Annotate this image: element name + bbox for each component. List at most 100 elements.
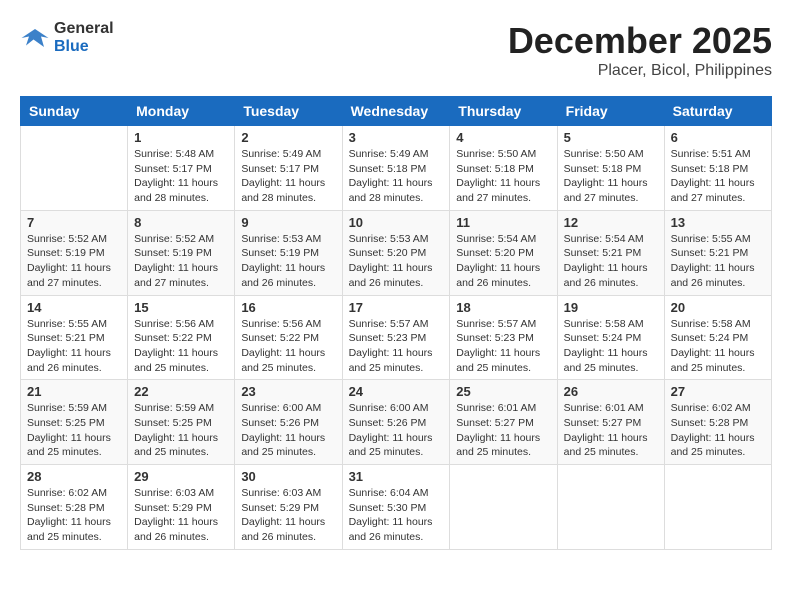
calendar-cell: 20 Sunrise: 5:58 AMSunset: 5:24 PMDayligh… [664, 295, 771, 380]
calendar-cell: 19 Sunrise: 5:58 AMSunset: 5:24 PMDayligh… [557, 295, 664, 380]
day-number: 16 [241, 300, 335, 315]
calendar-cell: 24 Sunrise: 6:00 AMSunset: 5:26 PMDayligh… [342, 380, 450, 465]
day-info: Sunrise: 6:02 AMSunset: 5:28 PMDaylight:… [671, 401, 765, 460]
calendar-cell: 30Sunrise: 6:03 AMSunset: 5:29 PMDayligh… [235, 465, 342, 550]
day-info: Sunrise: 5:57 AMSunset: 5:23 PMDaylight:… [349, 317, 444, 376]
calendar-cell: 8Sunrise: 5:52 AMSunset: 5:19 PMDaylight… [128, 210, 235, 295]
calendar-cell: 22Sunrise: 5:59 AMSunset: 5:25 PMDayligh… [128, 380, 235, 465]
calendar-weekday-tuesday: Tuesday [235, 97, 342, 126]
day-info: Sunrise: 6:00 AMSunset: 5:26 PMDaylight:… [241, 401, 335, 460]
page-header: General Blue December 2025 Placer, Bicol… [20, 20, 772, 80]
day-info: Sunrise: 5:59 AMSunset: 5:25 PMDaylight:… [27, 401, 121, 460]
month-title: December 2025 [508, 20, 772, 62]
calendar-cell: 28 Sunrise: 6:02 AMSunset: 5:28 PMDayligh… [21, 465, 128, 550]
calendar-cell: 18 Sunrise: 5:57 AMSunset: 5:23 PMDayligh… [450, 295, 557, 380]
day-info: Sunrise: 6:01 AMSunset: 5:27 PMDaylight:… [564, 401, 658, 460]
day-number: 29 [134, 469, 228, 484]
day-number: 6 [671, 130, 765, 145]
day-info: Sunrise: 5:57 AMSunset: 5:23 PMDaylight:… [456, 317, 550, 376]
calendar-cell: 23 Sunrise: 6:00 AMSunset: 5:26 PMDayligh… [235, 380, 342, 465]
day-info: Sunrise: 5:53 AMSunset: 5:19 PMDaylight:… [241, 232, 335, 291]
day-number: 18 [456, 300, 550, 315]
calendar-cell [450, 465, 557, 550]
day-info: Sunrise: 5:49 AMSunset: 5:17 PMDaylight:… [241, 147, 335, 206]
day-number: 1 [134, 130, 228, 145]
day-info: Sunrise: 5:59 AMSunset: 5:25 PMDaylight:… [134, 401, 228, 460]
day-info: Sunrise: 6:00 AMSunset: 5:26 PMDaylight:… [349, 401, 444, 460]
day-info: Sunrise: 5:50 AMSunset: 5:18 PMDaylight:… [456, 147, 550, 206]
day-number: 7 [27, 215, 121, 230]
day-info: Sunrise: 5:58 AMSunset: 5:24 PMDaylight:… [671, 317, 765, 376]
calendar-weekday-monday: Monday [128, 97, 235, 126]
day-info: Sunrise: 5:58 AMSunset: 5:24 PMDaylight:… [564, 317, 658, 376]
day-number: 24 [349, 384, 444, 399]
calendar-week-2: 7 Sunrise: 5:52 AMSunset: 5:19 PMDaylight… [21, 210, 772, 295]
calendar-cell: 16 Sunrise: 5:56 AMSunset: 5:22 PMDayligh… [235, 295, 342, 380]
day-number: 19 [564, 300, 658, 315]
logo: General Blue [20, 20, 114, 55]
day-info: Sunrise: 5:53 AMSunset: 5:20 PMDaylight:… [349, 232, 444, 291]
calendar-header-row: SundayMondayTuesdayWednesdayThursdayFrid… [21, 97, 772, 126]
calendar-cell: 31 Sunrise: 6:04 AMSunset: 5:30 PMDayligh… [342, 465, 450, 550]
day-info: Sunrise: 5:54 AMSunset: 5:20 PMDaylight:… [456, 232, 550, 291]
calendar-table: SundayMondayTuesdayWednesdayThursdayFrid… [20, 96, 772, 550]
day-number: 28 [27, 469, 121, 484]
day-info: Sunrise: 5:56 AMSunset: 5:22 PMDaylight:… [134, 317, 228, 376]
day-number: 4 [456, 130, 550, 145]
calendar-cell: 9 Sunrise: 5:53 AMSunset: 5:19 PMDaylight… [235, 210, 342, 295]
day-number: 9 [241, 215, 335, 230]
day-number: 23 [241, 384, 335, 399]
day-number: 27 [671, 384, 765, 399]
day-number: 15 [134, 300, 228, 315]
calendar-cell: 2 Sunrise: 5:49 AMSunset: 5:17 PMDaylight… [235, 126, 342, 211]
day-info: Sunrise: 6:04 AMSunset: 5:30 PMDaylight:… [349, 486, 444, 545]
logo-icon [20, 23, 50, 53]
day-info: Sunrise: 5:52 AMSunset: 5:19 PMDaylight:… [134, 232, 228, 291]
day-number: 3 [349, 130, 444, 145]
day-info: Sunrise: 6:03 AMSunset: 5:29 PMDaylight:… [134, 486, 228, 545]
calendar-cell: 17 Sunrise: 5:57 AMSunset: 5:23 PMDayligh… [342, 295, 450, 380]
day-info: Sunrise: 5:49 AMSunset: 5:18 PMDaylight:… [349, 147, 444, 206]
day-number: 5 [564, 130, 658, 145]
calendar-week-3: 14Sunrise: 5:55 AMSunset: 5:21 PMDayligh… [21, 295, 772, 380]
day-number: 2 [241, 130, 335, 145]
calendar-weekday-sunday: Sunday [21, 97, 128, 126]
day-number: 31 [349, 469, 444, 484]
day-info: Sunrise: 6:03 AMSunset: 5:29 PMDaylight:… [241, 486, 335, 545]
calendar-cell: 10Sunrise: 5:53 AMSunset: 5:20 PMDayligh… [342, 210, 450, 295]
day-info: Sunrise: 5:51 AMSunset: 5:18 PMDaylight:… [671, 147, 765, 206]
day-number: 11 [456, 215, 550, 230]
location: Placer, Bicol, Philippines [508, 62, 772, 80]
day-number: 21 [27, 384, 121, 399]
day-info: Sunrise: 5:55 AMSunset: 5:21 PMDaylight:… [671, 232, 765, 291]
logo-general: General [54, 20, 114, 38]
day-number: 25 [456, 384, 550, 399]
calendar-cell: 3 Sunrise: 5:49 AMSunset: 5:18 PMDaylight… [342, 126, 450, 211]
calendar-weekday-wednesday: Wednesday [342, 97, 450, 126]
day-number: 20 [671, 300, 765, 315]
calendar-cell: 7 Sunrise: 5:52 AMSunset: 5:19 PMDaylight… [21, 210, 128, 295]
calendar-cell: 4 Sunrise: 5:50 AMSunset: 5:18 PMDaylight… [450, 126, 557, 211]
calendar-cell: 13 Sunrise: 5:55 AMSunset: 5:21 PMDayligh… [664, 210, 771, 295]
day-info: Sunrise: 5:54 AMSunset: 5:21 PMDaylight:… [564, 232, 658, 291]
calendar-weekday-friday: Friday [557, 97, 664, 126]
day-info: Sunrise: 6:02 AMSunset: 5:28 PMDaylight:… [27, 486, 121, 545]
calendar-cell: 6 Sunrise: 5:51 AMSunset: 5:18 PMDaylight… [664, 126, 771, 211]
calendar-cell: 1Sunrise: 5:48 AMSunset: 5:17 PMDaylight… [128, 126, 235, 211]
calendar-cell: 25 Sunrise: 6:01 AMSunset: 5:27 PMDayligh… [450, 380, 557, 465]
calendar-cell [664, 465, 771, 550]
calendar-cell: 15 Sunrise: 5:56 AMSunset: 5:22 PMDayligh… [128, 295, 235, 380]
day-info: Sunrise: 5:50 AMSunset: 5:18 PMDaylight:… [564, 147, 658, 206]
day-info: Sunrise: 5:56 AMSunset: 5:22 PMDaylight:… [241, 317, 335, 376]
day-number: 17 [349, 300, 444, 315]
calendar-cell: 14Sunrise: 5:55 AMSunset: 5:21 PMDayligh… [21, 295, 128, 380]
day-number: 13 [671, 215, 765, 230]
calendar-cell [557, 465, 664, 550]
day-number: 26 [564, 384, 658, 399]
calendar-week-4: 21 Sunrise: 5:59 AMSunset: 5:25 PMDayligh… [21, 380, 772, 465]
day-info: Sunrise: 5:55 AMSunset: 5:21 PMDaylight:… [27, 317, 121, 376]
day-info: Sunrise: 5:52 AMSunset: 5:19 PMDaylight:… [27, 232, 121, 291]
day-number: 12 [564, 215, 658, 230]
calendar-week-1: 1Sunrise: 5:48 AMSunset: 5:17 PMDaylight… [21, 126, 772, 211]
day-info: Sunrise: 6:01 AMSunset: 5:27 PMDaylight:… [456, 401, 550, 460]
